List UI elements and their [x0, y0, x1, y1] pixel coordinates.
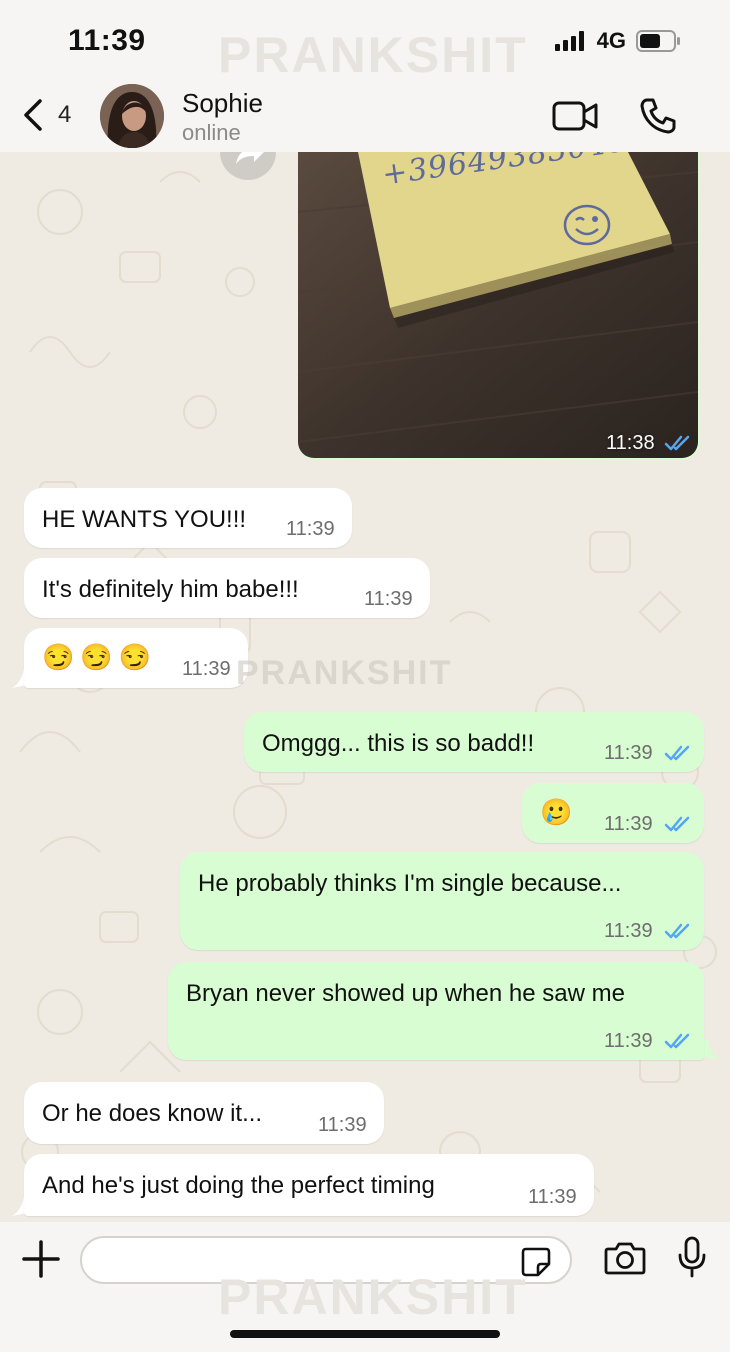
- chat-header: 4 Sophie online: [0, 80, 730, 153]
- message-time: 11:39: [604, 1030, 653, 1052]
- avatar-image: [100, 84, 164, 148]
- message-time: 11:39: [528, 1186, 577, 1208]
- unread-count: 4: [58, 101, 72, 128]
- message-bubble-incoming[interactable]: And he's just doing the perfect timing 1…: [24, 1154, 594, 1216]
- message-bubble-outgoing[interactable]: Omggg... this is so badd!! 11:39: [244, 712, 704, 772]
- contact-name[interactable]: Sophie: [182, 88, 263, 119]
- plus-icon[interactable]: [22, 1240, 60, 1278]
- photo-message[interactable]: +39649383048 11:38: [298, 152, 700, 460]
- video-call-icon[interactable]: [552, 100, 600, 132]
- message-text: 😏😏😏: [42, 642, 158, 672]
- message-text: HE WANTS YOU!!!: [42, 506, 247, 533]
- message-time: 11:38: [606, 432, 655, 454]
- sticky-note-photo: [298, 152, 698, 458]
- message-text: Bryan never showed up when he saw me: [186, 980, 625, 1007]
- status-time: 11:39: [68, 24, 146, 57]
- watermark-top: PRANKSHIT: [218, 27, 528, 83]
- photo-image[interactable]: +39649383048 11:38: [298, 152, 698, 458]
- message-bubble-incoming[interactable]: 😏😏😏 11:39: [24, 628, 248, 688]
- message-time: 11:39: [604, 742, 653, 764]
- forward-icon[interactable]: [220, 152, 276, 188]
- read-ticks-icon: [664, 745, 690, 761]
- watermark-middle: PRANKSHIT: [236, 654, 453, 692]
- status-bar: 11:39 4G PRANKSHIT: [0, 0, 730, 83]
- read-ticks-icon: [664, 435, 690, 451]
- message-time: 11:39: [364, 588, 413, 610]
- message-text: Omggg... this is so badd!!: [262, 730, 535, 757]
- message-bubble-outgoing[interactable]: He probably thinks I'm single because...…: [180, 852, 704, 950]
- message-bubble-incoming[interactable]: HE WANTS YOU!!! 11:39: [24, 488, 352, 548]
- message-text: He probably thinks I'm single because...: [198, 870, 622, 897]
- status-icons: 4G: [554, 28, 682, 54]
- message-time: 11:39: [286, 518, 335, 540]
- read-ticks-icon: [664, 923, 690, 939]
- message-time: 11:39: [604, 813, 653, 835]
- message-composer: PRANKSHIT: [0, 1222, 730, 1352]
- message-text: Or he does know it...: [42, 1100, 263, 1127]
- signal-icon: [554, 31, 584, 51]
- back-button[interactable]: 4: [22, 98, 71, 132]
- contact-status: online: [182, 120, 241, 145]
- message-time: 11:39: [604, 920, 653, 942]
- read-ticks-icon: [664, 1033, 690, 1049]
- message-bubble-incoming[interactable]: It's definitely him babe!!! 11:39: [24, 558, 430, 618]
- message-text: And he's just doing the perfect timing: [42, 1172, 435, 1199]
- avatar[interactable]: [100, 84, 164, 148]
- microphone-icon[interactable]: [676, 1236, 708, 1278]
- message-bubble-incoming[interactable]: Or he does know it... 11:39: [24, 1082, 384, 1144]
- battery-icon: [636, 30, 680, 52]
- network-label: 4G: [596, 28, 626, 53]
- chevron-left-icon: [24, 99, 42, 131]
- phone-call-icon[interactable]: [638, 96, 678, 136]
- chat-area[interactable]: +39649383048 11:38 HE WANTS YOU!!! 11:39…: [0, 152, 730, 1222]
- message-time: 11:39: [318, 1114, 367, 1136]
- home-indicator[interactable]: [230, 1330, 500, 1338]
- camera-icon[interactable]: [604, 1240, 646, 1276]
- read-ticks-icon: [664, 816, 690, 832]
- message-time: 11:39: [182, 658, 231, 680]
- message-bubble-outgoing[interactable]: Bryan never showed up when he saw me 11:…: [168, 962, 704, 1060]
- message-bubble-outgoing[interactable]: 🥲 11:39: [522, 783, 704, 843]
- watermark-bottom: PRANKSHIT: [218, 1269, 528, 1325]
- message-text: 🥲: [540, 797, 573, 827]
- message-text: It's definitely him babe!!!: [42, 576, 299, 603]
- wink-face-drawing: [563, 204, 611, 246]
